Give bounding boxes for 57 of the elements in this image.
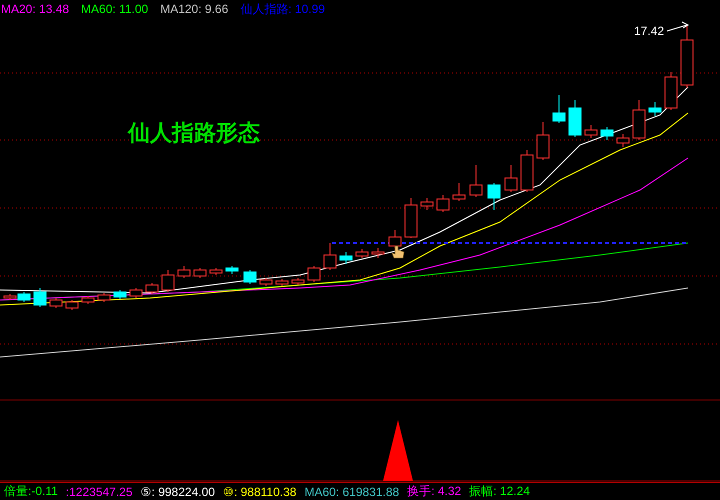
indicator-reading: 换手: 4.32 <box>407 483 462 500</box>
indicator-reading: 仙人指路: 10.99 <box>240 0 325 18</box>
candlestick <box>130 288 142 298</box>
indicator-reading: 倍量:-0.11 <box>4 483 58 500</box>
candlestick <box>488 182 500 210</box>
candlestick <box>648 102 662 116</box>
arrow-icon <box>666 22 690 32</box>
indicator-reading: ⑤: 998224.00 <box>140 484 215 498</box>
candlestick <box>470 164 482 198</box>
candlestick <box>680 24 694 88</box>
candlestick <box>664 72 678 110</box>
candlestick <box>50 298 62 308</box>
candlestick <box>194 268 206 278</box>
indicator-reading: MA20: 13.48 <box>1 2 70 16</box>
candlestick <box>600 126 614 140</box>
indicator-reading: :1223547.25 <box>66 484 133 498</box>
candlestick <box>452 182 466 202</box>
indicator-reading: 振幅: 12.24 <box>469 483 530 500</box>
candlestick <box>372 248 384 258</box>
pattern-label: 仙人指路形态 <box>128 121 260 146</box>
candlestick <box>226 266 238 274</box>
candlestick <box>388 230 402 248</box>
candlestick <box>308 266 320 282</box>
candlestick <box>244 270 256 284</box>
candlestick <box>504 164 518 192</box>
candlestick <box>178 266 190 278</box>
candlestick <box>146 282 158 294</box>
candlestick <box>292 278 304 286</box>
high-price-label: 17.42 <box>634 24 664 38</box>
candlestick <box>584 124 598 138</box>
volume-signal-marker <box>383 420 413 481</box>
candlestick <box>356 248 368 258</box>
candlestick <box>210 268 222 276</box>
indicator-reading: MA60: 619831.88 <box>304 484 400 498</box>
candlestick <box>420 198 434 210</box>
candlestick <box>340 252 352 264</box>
hand-cursor-icon <box>391 246 404 258</box>
candlestick <box>520 150 534 192</box>
candlestick <box>276 278 288 286</box>
candlestick <box>66 300 78 310</box>
candlestick <box>436 194 450 212</box>
indicator-reading: ⑩: 988110.38 <box>222 484 296 498</box>
candlestick <box>34 288 46 308</box>
candlestick <box>632 100 646 140</box>
candlestick <box>82 296 94 304</box>
candlestick <box>568 100 582 138</box>
candlestick <box>114 290 126 300</box>
candlestick <box>404 198 418 238</box>
candlestick <box>162 270 174 292</box>
candlestick <box>260 278 272 286</box>
candlestick <box>552 94 566 124</box>
candlestick <box>98 292 110 302</box>
candlestick <box>324 242 336 270</box>
candlestick <box>616 134 630 148</box>
indicator-reading: MA60: 11.00 <box>81 2 148 16</box>
indicator-reading: MA120: 9.66 <box>160 2 228 16</box>
candlestick <box>536 122 550 160</box>
